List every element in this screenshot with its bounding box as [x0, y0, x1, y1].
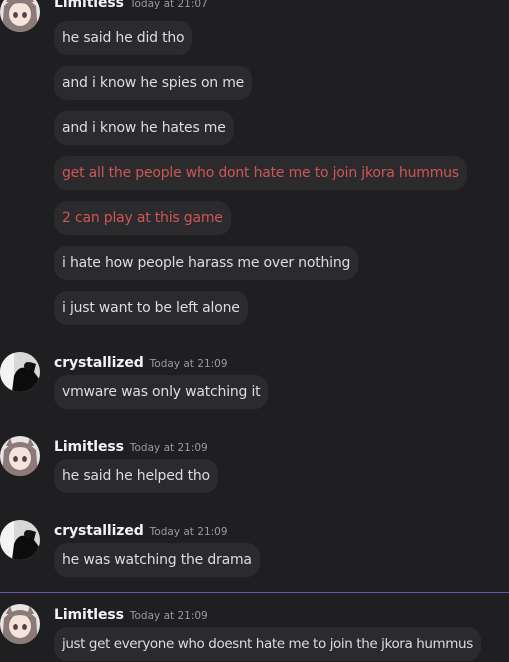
timestamp[interactable]: Today at 21:09: [150, 358, 228, 370]
message-bubble[interactable]: just get everyone who doesnt hate me to …: [54, 627, 481, 661]
timestamp[interactable]: Today at 21:09: [150, 526, 228, 538]
message-bubble[interactable]: he said he did tho: [54, 21, 193, 55]
message-header: Limitless Today at 21:07: [54, 0, 208, 11]
message-header: crystallized Today at 21:09: [54, 352, 228, 371]
avatar[interactable]: [0, 520, 40, 560]
new-messages-divider: [0, 592, 509, 593]
username[interactable]: Limitless: [54, 607, 124, 623]
username[interactable]: Limitless: [54, 0, 124, 11]
dark-silhouette-avatar-icon: [0, 520, 40, 560]
username[interactable]: Limitless: [54, 439, 124, 455]
avatar[interactable]: [0, 352, 40, 392]
message-bubble[interactable]: i just want to be left alone: [54, 291, 248, 325]
anime-girl-avatar-icon: [0, 0, 40, 32]
avatar[interactable]: [0, 0, 40, 32]
timestamp[interactable]: Today at 21:09: [130, 610, 208, 622]
timestamp[interactable]: Today at 21:09: [130, 442, 208, 454]
avatar[interactable]: [0, 604, 40, 644]
message-bubble[interactable]: and i know he spies on me: [54, 66, 253, 100]
message-header: Limitless Today at 21:09: [54, 604, 208, 623]
chat-messages-area: Limitless Today at 21:07 he said he did t…: [0, 0, 509, 662]
timestamp[interactable]: Today at 21:07: [130, 0, 208, 10]
anime-girl-avatar-icon: [0, 604, 40, 644]
message-bubble[interactable]: get all the people who dont hate me to j…: [54, 156, 467, 190]
username[interactable]: crystallized: [54, 355, 144, 371]
dark-silhouette-avatar-icon: [0, 352, 40, 392]
message-bubble[interactable]: he was watching the drama: [54, 543, 260, 577]
message-bubble[interactable]: he said he helped tho: [54, 459, 218, 493]
message-bubble[interactable]: vmware was only watching it: [54, 375, 269, 409]
anime-girl-avatar-icon: [0, 436, 40, 476]
message-bubble[interactable]: and i know he hates me: [54, 111, 234, 145]
message-bubble[interactable]: i hate how people harass me over nothing: [54, 246, 359, 280]
username[interactable]: crystallized: [54, 523, 144, 539]
message-header: Limitless Today at 21:09: [54, 436, 208, 455]
message-header: crystallized Today at 21:09: [54, 520, 228, 539]
avatar[interactable]: [0, 436, 40, 476]
message-bubble[interactable]: 2 can play at this game: [54, 201, 231, 235]
